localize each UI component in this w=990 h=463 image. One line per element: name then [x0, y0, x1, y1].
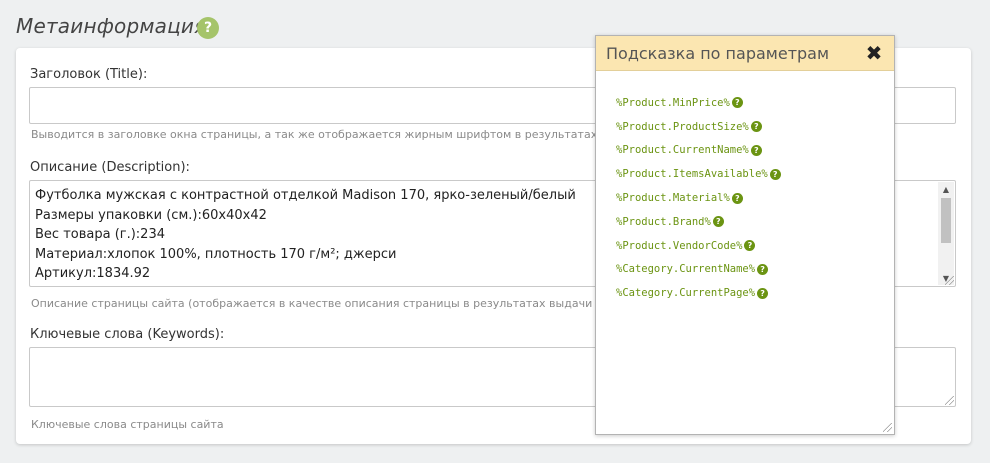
param-item: %Product.Brand%? — [616, 210, 781, 234]
param-code[interactable]: %Category.CurrentPage% — [616, 287, 755, 299]
scroll-thumb[interactable] — [941, 198, 951, 243]
param-code[interactable]: %Product.VendorCode% — [616, 240, 742, 252]
param-code[interactable]: %Category.CurrentName% — [616, 263, 755, 275]
keywords-hint: Ключевые слова страницы сайта — [31, 418, 224, 431]
keywords-resize-grip-icon[interactable] — [945, 396, 954, 405]
keywords-label: Ключевые слова (Keywords): — [30, 327, 225, 342]
description-line: Футболка мужская с контрастной отделкой … — [35, 188, 576, 203]
description-line: Вес товара (г.):234 — [35, 227, 165, 242]
section-title: Метаинформация — [16, 14, 207, 38]
param-code[interactable]: %Product.Material% — [616, 192, 730, 204]
param-item: %Product.ItemsAvailable%? — [616, 162, 781, 186]
close-icon[interactable]: ✖ — [864, 43, 884, 64]
title-hint: Выводится в заголовке окна страницы, а т… — [31, 128, 644, 141]
param-help-icon[interactable]: ? — [757, 287, 769, 299]
description-text: Футболка мужская с контрастной отделкой … — [35, 186, 576, 284]
section-help-icon[interactable]: ? — [197, 17, 219, 39]
param-item: %Product.Material%? — [616, 186, 781, 210]
title-label: Заголовок (Title): — [30, 67, 148, 82]
param-code[interactable]: %Product.MinPrice% — [616, 97, 730, 109]
popup-resize-grip-icon[interactable] — [883, 423, 892, 432]
description-resize-grip-icon[interactable] — [945, 276, 954, 285]
description-label: Описание (Description): — [30, 160, 190, 175]
scroll-up-icon[interactable]: ▲ — [938, 182, 954, 196]
params-hint-popup: Подсказка по параметрам ✖ %Product.MinPr… — [595, 35, 895, 435]
param-help-icon[interactable]: ? — [744, 240, 756, 252]
params-list: %Product.MinPrice%? %Product.ProductSize%… — [616, 91, 781, 305]
param-code[interactable]: %Product.CurrentName% — [616, 144, 749, 156]
param-code[interactable]: %Product.ItemsAvailable% — [616, 168, 768, 180]
popup-title: Подсказка по параметрам — [606, 44, 830, 63]
param-item: %Product.CurrentName%? — [616, 139, 781, 163]
description-scrollbar[interactable]: ▲ ▼ — [938, 182, 954, 285]
description-hint: Описание страницы сайта (отображается в … — [31, 297, 657, 310]
param-help-icon[interactable]: ? — [750, 121, 762, 133]
description-line: Размеры упаковки (см.):60х40х42 — [35, 207, 267, 223]
param-item: %Product.VendorCode%? — [616, 234, 781, 258]
param-item: %Product.MinPrice%? — [616, 91, 781, 115]
param-help-icon[interactable]: ? — [750, 144, 762, 156]
param-item: %Category.CurrentPage%? — [616, 281, 781, 305]
param-code[interactable]: %Product.ProductSize% — [616, 121, 749, 133]
param-help-icon[interactable]: ? — [731, 97, 743, 109]
param-item: %Category.CurrentName%? — [616, 258, 781, 282]
param-help-icon[interactable]: ? — [712, 216, 724, 228]
param-help-icon[interactable]: ? — [731, 192, 743, 204]
param-help-icon[interactable]: ? — [757, 263, 769, 275]
description-line: Материал:хлопок 100%, плотность 170 г/м²… — [35, 246, 397, 262]
param-item: %Product.ProductSize%? — [616, 115, 781, 139]
param-code[interactable]: %Product.Brand% — [616, 216, 711, 228]
param-help-icon[interactable]: ? — [769, 168, 781, 180]
description-line: Артикул:1834.92 — [35, 266, 151, 281]
popup-header[interactable]: Подсказка по параметрам ✖ — [596, 36, 894, 71]
